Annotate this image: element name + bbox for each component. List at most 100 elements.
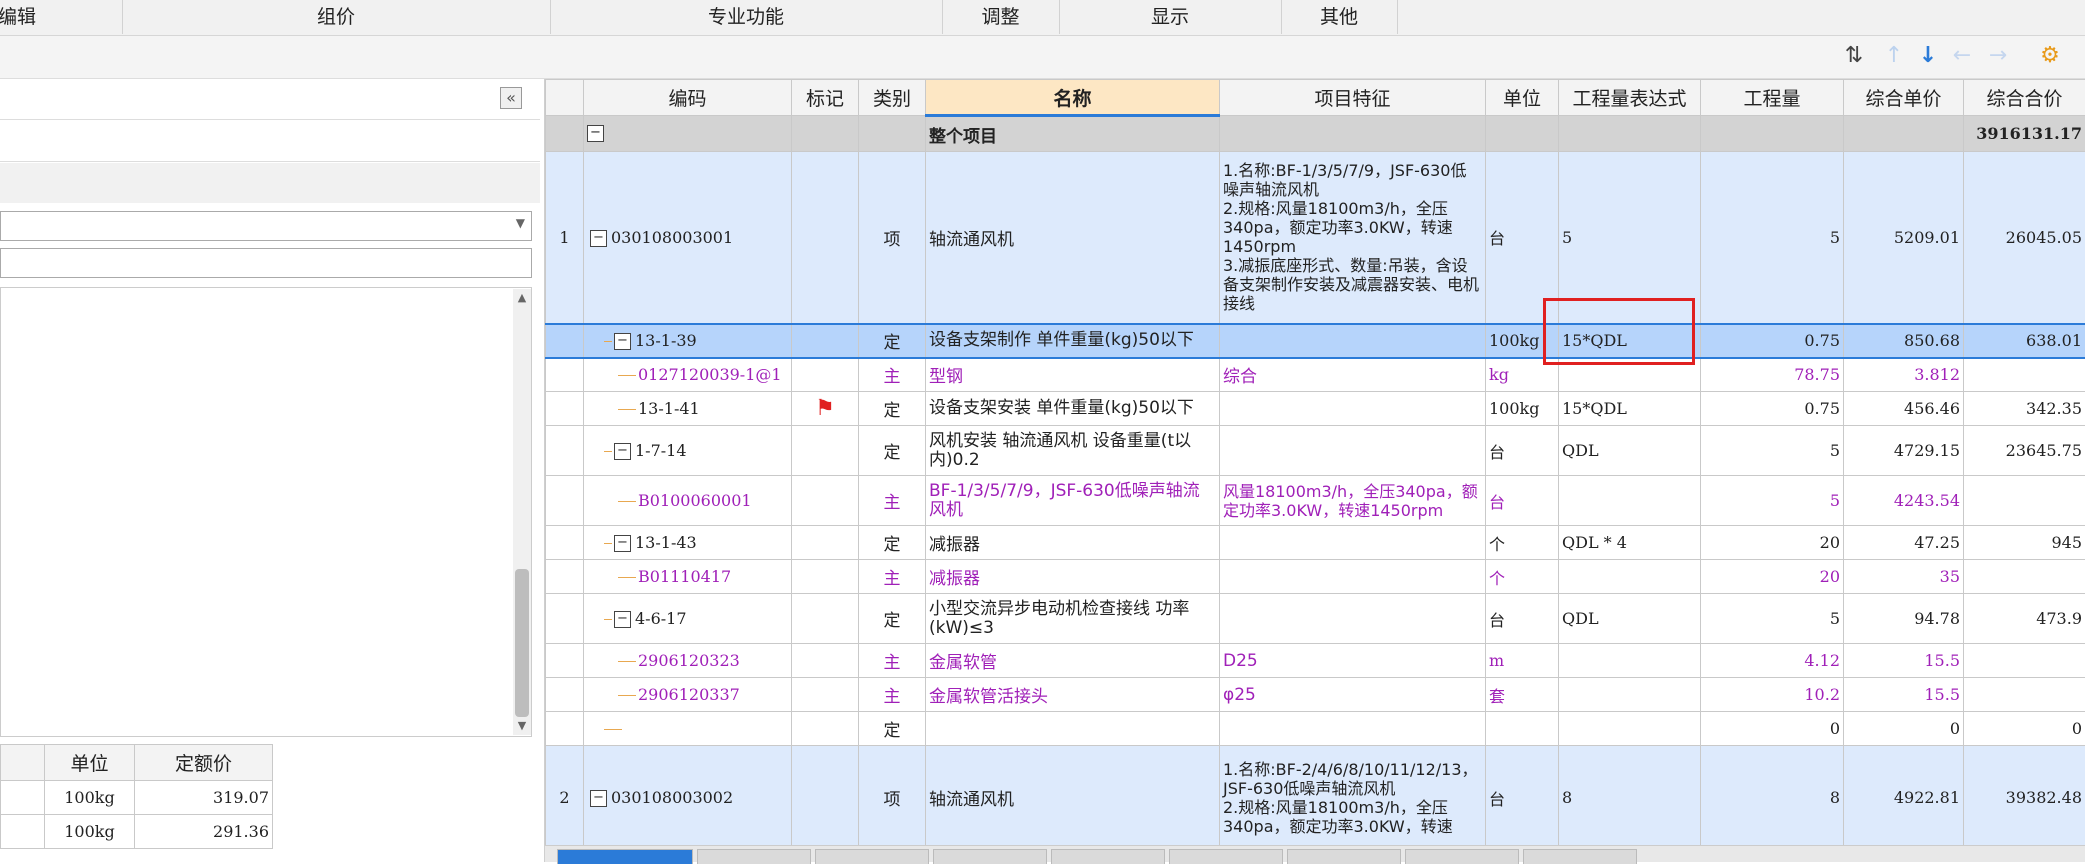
feature-cell[interactable]: φ25 [1220,678,1486,712]
ribbon-group-pricing[interactable]: 组价 [122,0,551,34]
type-cell[interactable]: 主 [859,644,926,678]
flag-cell[interactable] [792,560,859,594]
type-cell[interactable]: 主 [859,560,926,594]
project-row[interactable]: − 整个项目 3916131.17 [546,116,2085,152]
unit-cell[interactable]: 台 [1486,594,1559,644]
material-row[interactable]: B01110417主减振器个2035 [546,560,2085,594]
code-cell[interactable]: −13-1-43 [584,526,792,560]
collapse-icon[interactable]: − [587,125,604,142]
header-expr[interactable]: 工程量表达式 [1559,80,1701,116]
collapse-icon[interactable]: − [614,611,631,628]
unit-cell[interactable] [1486,712,1559,746]
expr-cell[interactable]: QDL * 4 [1559,526,1701,560]
price-cell[interactable]: 94.78 [1844,594,1964,644]
name-cell[interactable]: 金属软管 [926,644,1220,678]
name-cell[interactable]: 设备支架安装 单件重量(kg)50以下 [926,392,1220,426]
type-cell[interactable]: 定 [859,426,926,476]
code-cell[interactable]: −030108003002 [584,746,792,846]
ribbon-group-other[interactable]: 其他 [1281,0,1398,34]
qty-cell[interactable]: 0.75 [1701,324,1844,358]
flag-cell[interactable] [792,746,859,846]
price-cell[interactable]: 4922.81 [1844,746,1964,846]
type-cell[interactable]: 定 [859,594,926,644]
type-cell[interactable]: 定 [859,324,926,358]
feature-cell[interactable]: 风量18100m3/h，全压340pa，额定功率3.0KW，转速1450rpm [1220,476,1486,526]
type-cell[interactable]: 项 [859,152,926,324]
row-number[interactable] [546,392,584,426]
ribbon-group-adjust[interactable]: 调整 [942,0,1060,34]
expr-cell[interactable]: 15*QDL [1559,392,1701,426]
name-cell[interactable]: 风机安装 轴流通风机 设备重量(t以内)0.2 [926,426,1220,476]
expr-cell[interactable]: QDL [1559,426,1701,476]
name-cell[interactable]: 减振器 [926,560,1220,594]
code-cell[interactable]: B0100060001 [584,476,792,526]
unit-cell[interactable]: 个 [1486,526,1559,560]
header-unit[interactable]: 单位 [1486,80,1559,116]
total-cell[interactable] [1964,560,2085,594]
row-number[interactable] [546,594,584,644]
code-cell[interactable] [584,712,792,746]
flag-cell[interactable] [792,152,859,324]
price-cell[interactable]: 47.25 [1844,526,1964,560]
collapse-button[interactable]: « [500,87,522,109]
move-icon[interactable]: ⇅ [1840,42,1868,70]
header-code[interactable]: 编码 [584,80,792,116]
material-row[interactable]: 2906120323主金属软管D25m4.1215.5 [546,644,2085,678]
type-cell[interactable]: 定 [859,712,926,746]
collapse-icon[interactable]: − [590,230,607,247]
header-name[interactable]: 名称 [926,80,1220,116]
expr-cell[interactable]: 8 [1559,746,1701,846]
table-row[interactable]: 100kg291.36 [1,815,273,849]
flag-cell[interactable] [792,324,859,358]
feature-cell[interactable] [1220,560,1486,594]
table-row[interactable]: 100kg319.07 [1,781,273,815]
feature-cell[interactable]: 综合 [1220,358,1486,392]
flag-cell[interactable] [792,358,859,392]
quota-row[interactable]: −13-1-43定减振器个QDL * 42047.25945 [546,526,2085,560]
flag-cell[interactable]: ⚑ [792,392,859,426]
left-search-input[interactable] [0,248,532,278]
qty-cell[interactable]: 10.2 [1701,678,1844,712]
flag-cell[interactable] [792,644,859,678]
unit-cell[interactable]: 个 [1486,560,1559,594]
expr-cell[interactable] [1559,644,1701,678]
price-cell[interactable]: 850.68 [1844,324,1964,358]
row-number[interactable] [546,526,584,560]
name-cell[interactable]: 轴流通风机 [926,746,1220,846]
qty-cell[interactable]: 0 [1701,712,1844,746]
collapse-icon[interactable]: − [614,443,631,460]
feature-cell[interactable]: 1.名称:BF-1/3/5/7/9，JSF-630低噪声轴流风机 2.规格:风量… [1220,152,1486,324]
code-cell[interactable]: 13-1-41 [584,392,792,426]
feature-cell[interactable] [1220,712,1486,746]
qty-cell[interactable]: 8 [1701,746,1844,846]
header-feature[interactable]: 项目特征 [1220,80,1486,116]
row-number[interactable] [546,678,584,712]
item-row[interactable]: 1−030108003001项轴流通风机1.名称:BF-1/3/5/7/9，JS… [546,152,2085,324]
total-cell[interactable]: 26045.05 [1964,152,2085,324]
settings-icon[interactable]: ⚙ [2036,42,2064,70]
row-number[interactable] [546,476,584,526]
name-cell[interactable]: BF-1/3/5/7/9，JSF-630低噪声轴流风机 [926,476,1220,526]
total-cell[interactable]: 23645.75 [1964,426,2085,476]
scroll-up-icon[interactable]: ▲ [513,291,531,305]
name-cell[interactable]: 设备支架制作 单件重量(kg)50以下 [926,324,1220,358]
row-number[interactable] [546,324,584,358]
quota-row[interactable]: −13-1-39定设备支架制作 单件重量(kg)50以下100kg15*QDL0… [546,324,2085,358]
unit-cell[interactable]: 台 [1486,476,1559,526]
feature-cell[interactable] [1220,324,1486,358]
qty-cell[interactable]: 5 [1701,476,1844,526]
row-number[interactable] [546,426,584,476]
feature-cell[interactable]: 1.名称:BF-2/4/6/8/10/11/12/13，JSF-630低噪声轴流… [1220,746,1486,846]
ribbon-group-display[interactable]: 显示 [1059,0,1282,34]
item-row[interactable]: 2−030108003002项轴流通风机1.名称:BF-2/4/6/8/10/1… [546,746,2085,846]
qty-cell[interactable]: 5 [1701,594,1844,644]
unit-cell[interactable]: m [1486,644,1559,678]
qty-cell[interactable]: 5 [1701,152,1844,324]
qty-cell[interactable]: 0.75 [1701,392,1844,426]
type-cell[interactable]: 主 [859,678,926,712]
code-cell[interactable]: −13-1-39 [584,324,792,358]
flag-cell[interactable] [792,426,859,476]
total-cell[interactable]: 945 [1964,526,2085,560]
feature-cell[interactable] [1220,594,1486,644]
qty-cell[interactable]: 78.75 [1701,358,1844,392]
